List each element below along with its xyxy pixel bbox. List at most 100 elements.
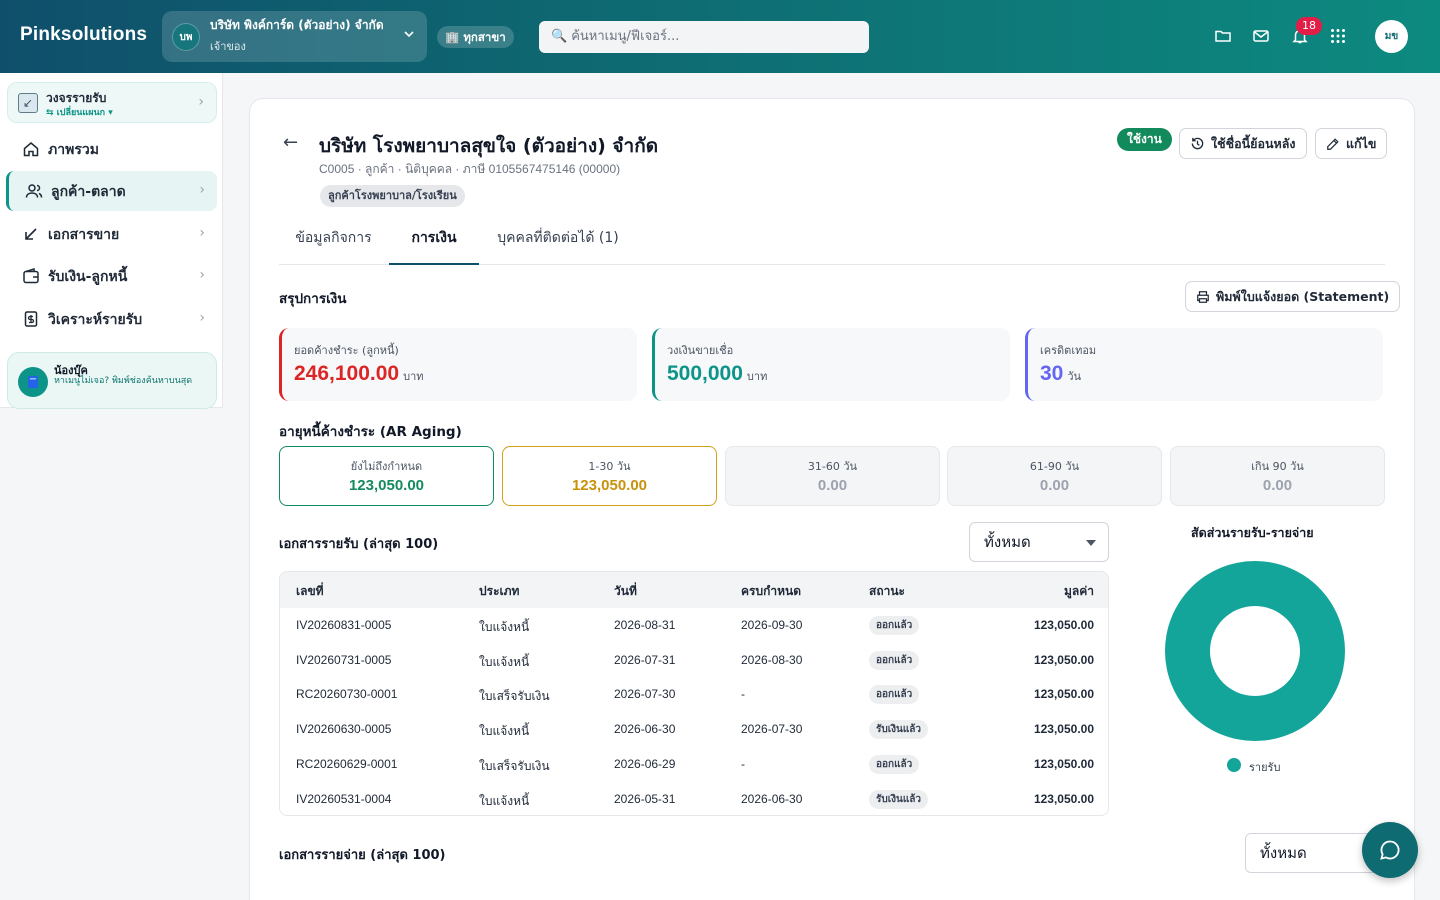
chat-bubble-icon [1380,840,1400,860]
aging-value: 0.00 [1039,477,1070,494]
chevron-right-icon: › [199,182,205,198]
aging-bucket-31-60[interactable]: 31-60 วัน 0.00 [725,446,940,506]
tab-finance[interactable]: การเงิน [389,225,479,265]
assistant-helper[interactable]: น้องบุ๊ค หาเมนูไม่เจอ? พิมพ์ช่องค้นหาบนส… [7,352,217,409]
tab-business-info[interactable]: ข้อมูลกิจการ [279,225,388,265]
doc-date: 2026-06-29 [614,756,676,771]
card-label: เครดิตเทอม [1040,344,1097,357]
aging-value: 0.00 [817,477,848,494]
aging-label: 1-30 วัน [588,460,631,473]
column-header: สถานะ [869,584,905,598]
doc-type: ใบเสร็จรับเงิน [479,758,550,773]
column-header: มูลค่า [1063,584,1094,598]
aging-bucket-over-90[interactable]: เกิน 90 วัน 0.00 [1170,446,1385,506]
customer-meta: C0005 · ลูกค้า · นิติบุคคล · ภาษี 010556… [319,162,621,176]
doc-due-date: 2026-07-30 [741,722,803,737]
income-docs-table: เลขที่ ประเภท วันที่ ครบกำหนด สถานะ มูลค… [279,571,1109,816]
aging-bucket-current[interactable]: ยังไม่ถึงกำหนด 123,050.00 [279,446,494,506]
home-icon [23,142,39,157]
filter-value: ทั้งหมด [984,533,1031,551]
table-row[interactable]: IV20260630-0005 ใบแจ้งหนี้ 2026-06-30 2026-… [280,712,1108,747]
aging-label: ยังไม่ถึงกำหนด [350,460,423,473]
doc-number[interactable]: RC20260730-0001 [296,687,397,701]
company-switcher[interactable]: บพ บริษัท พิงค์การ์ด (ตัวอย่าง) จำกัด เจ… [162,11,427,62]
branch-label: ทุกสาขา [463,30,506,44]
sidebar-item-overview[interactable]: ภาพรวม [6,129,217,169]
sidebar-item-customers[interactable]: ลูกค้า-ตลาด › [6,171,217,211]
folder-icon[interactable] [1214,27,1232,45]
doc-type: ใบแจ้งหนี้ [479,654,530,669]
brand-logo[interactable]: Pinksolutions [20,24,147,46]
aging-bucket-61-90[interactable]: 61-90 วัน 0.00 [947,446,1162,506]
column-header: เลขที่ [296,584,324,598]
doc-number[interactable]: IV20260731-0005 [296,653,391,667]
edit-button[interactable]: แก้ไข [1315,128,1388,159]
aging-value: 0.00 [1262,477,1293,494]
table-row[interactable]: RC20260730-0001 ใบเสร็จรับเงิน 2026-07-30 -… [280,677,1108,712]
aging-value: 123,050.00 [571,477,648,494]
table-row[interactable]: IV20260731-0005 ใบแจ้งหนี้ 2026-07-31 2026-… [280,643,1108,678]
aging-label: 31-60 วัน [807,460,858,473]
doc-amount: 123,050.00 [1033,756,1094,771]
chevron-right-icon: › [199,267,205,283]
doc-number[interactable]: RC20260629-0001 [296,757,397,771]
users-icon [25,184,43,198]
sidebar-item-receivables[interactable]: รับเงิน-ลูกหนี้ › [6,256,217,296]
department-switch-link[interactable]: ⇆ เปลี่ยนแผนก ▾ [46,105,113,119]
income-expense-donut-chart [1165,561,1345,741]
name-history-label: ใช้ชื่อนี้ย้อนหลัง [1211,135,1296,151]
mail-icon[interactable] [1252,27,1270,45]
print-statement-button[interactable]: พิมพ์ใบแจ้งยอด (Statement) [1185,281,1401,312]
table-row[interactable]: RC20260629-0001 ใบเสร็จรับเงิน 2026-06-29 -… [280,747,1108,782]
apps-grid-icon[interactable] [1329,27,1347,45]
doc-amount: 123,050.00 [1033,618,1094,632]
sidebar: ↙ วงจรรายรับ ⇆ เปลี่ยนแผนก ▾ › ภาพรวม ลู… [0,73,223,409]
doc-number[interactable]: IV20260831-0005 [296,618,391,632]
sidebar-item-sales-docs[interactable]: เอกสารขาย › [6,214,217,254]
name-history-button[interactable]: ใช้ชื่อนี้ย้อนหลัง [1179,128,1307,159]
sidebar-item-revenue-analysis[interactable]: วิเคราะห์รายรับ › [6,299,217,339]
income-docs-filter[interactable]: ทั้งหมด [969,522,1109,562]
search-placeholder: ค้นหาเมนู/ฟีเจอร์... [571,29,680,44]
arrow-down-left-icon [25,228,37,240]
table-row[interactable]: IV20260531-0004 ใบแจ้งหนี้ 2026-05-31 2026-… [280,782,1108,816]
card-value: 246,100.00 บาท [294,362,424,385]
doc-date: 2026-06-30 [614,722,676,737]
doc-due-date: 2026-09-30 [741,618,803,632]
user-avatar[interactable]: มข [1375,20,1408,53]
page-title: บริษัท โรงพยาบาลสุขใจ (ตัวอย่าง) จำกัด [319,135,659,157]
doc-due-date: - [741,756,745,771]
donut-slice-0[interactable] [1165,561,1345,741]
doc-type: ใบเสร็จรับเงิน [479,689,550,704]
tab-contacts[interactable]: บุคคลที่ติดต่อได้ (1) [483,225,633,265]
search-icon: 🔍 [551,29,568,44]
history-icon [1191,137,1204,150]
back-arrow-icon[interactable]: ← [283,132,298,153]
table-row[interactable]: IV20260831-0005 ใบแจ้งหนี้ 2026-08-31 2026-… [280,608,1108,643]
branch-selector[interactable]: 🏢 ทุกสาขา [437,26,514,48]
credit-limit-card: วงเงินขายเชื่อ 500,000 บาท [652,328,1010,401]
doc-number[interactable]: IV20260531-0004 [296,792,391,806]
department-switcher[interactable]: ↙ วงจรรายรับ ⇆ เปลี่ยนแผนก ▾ › [7,82,217,123]
legend-swatch [1227,758,1241,772]
aging-bucket-1-30[interactable]: 1-30 วัน 123,050.00 [502,446,717,506]
doc-amount: 123,050.00 [1033,687,1094,702]
status-pill: ออกแล้ว [869,754,920,774]
search-input[interactable]: 🔍 ค้นหาเมนู/ฟีเจอร์... [539,21,869,53]
sidebar-item-label: ภาพรวม [48,142,99,158]
legend-label: รายรับ [1249,761,1281,774]
card-label: ยอดค้างชำระ (ลูกหนี้) [294,344,399,357]
doc-due-date: 2026-06-30 [741,791,803,806]
chat-button[interactable] [1362,822,1418,878]
doc-number[interactable]: IV20260630-0005 [296,722,391,736]
card-label: วงเงินขายเชื่อ [667,344,734,357]
tab-bar: ข้อมูลกิจการ การเงิน บุคคลที่ติดต่อได้ (… [279,225,1385,265]
notification-badge: 18 [1296,17,1322,35]
status-badge: ใช้งาน [1117,128,1172,151]
top-bar: Pinksolutions บพ บริษัท พิงค์การ์ด (ตัวอ… [0,0,1440,73]
column-header: ครบกำหนด [741,584,801,598]
edit-label: แก้ไข [1346,135,1377,151]
caret-down-icon [1086,540,1096,546]
doc-amount: 123,050.00 [1033,791,1094,806]
doc-due-date: 2026-08-30 [741,652,803,667]
